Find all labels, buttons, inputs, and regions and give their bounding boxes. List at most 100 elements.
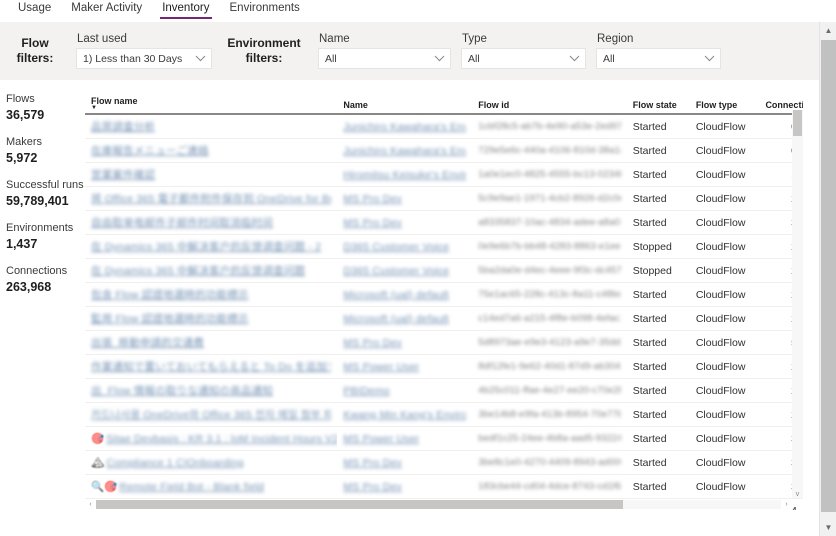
flow-id-value: 729e5e6c-440a-4106-810d-38a1dd45929e	[478, 145, 620, 157]
page-scroll-thumb[interactable]	[821, 40, 836, 512]
table-row[interactable]: 🎯 Sitae Devbasis : KR 3.1 : loM Incident …	[85, 426, 803, 451]
table-row[interactable]: 🏔 Compliance 1 CIOnboarding MS Pro Dev 3be8…	[85, 450, 803, 475]
page-scrollbar[interactable]: ▲ ▼	[819, 22, 836, 536]
table-row[interactable]: 作業通知で置いておいてもらえると To Do を追加すると いい MS Power…	[85, 354, 803, 379]
sort-descending-icon: ▼	[91, 105, 97, 111]
type-dropdown[interactable]: All	[461, 48, 586, 69]
table-row[interactable]: 在 Dynamics 365 中解决客户的反馈调查问题 D365 Customer…	[85, 258, 803, 283]
environment-name-link[interactable]: Kwang Min Kang's Environment	[343, 409, 466, 421]
environment-name-link-cell: MS Pro Dev	[337, 450, 473, 475]
flow-name-link[interactable]: 包含 Flow 認證地選時的功能標示	[91, 287, 249, 302]
page-scroll-up-icon[interactable]: ▲	[820, 22, 836, 39]
page-scroll-down-icon[interactable]: ▼	[820, 519, 836, 536]
stat-label: Connections	[6, 265, 68, 277]
flow-name-link[interactable]: 카드나사용 OneDrive와 Office 365 전자 메일 첨부 파일 저…	[91, 407, 331, 422]
flow-state-value-cell: Stopped	[626, 258, 690, 283]
flow-name-cell: 営業案件確認	[85, 162, 338, 187]
flow-name-link[interactable]: 在 Dynamics 365 中解决客户的反馈调查问题	[91, 263, 305, 278]
app-content: Usage Maker Activity Inventory Environments…	[0, 0, 819, 536]
flow-name-link[interactable]: 出張_移動申請的交通費	[91, 335, 204, 350]
flow-name-link[interactable]: 営業案件確認	[91, 167, 155, 182]
table-row[interactable]: 自由取单电邮件子邮件时间取消临时间 MS Pro Dev a8335837-10ac…	[85, 210, 803, 235]
tab-inventory[interactable]: Inventory	[152, 0, 219, 19]
flow-state-value: Started	[632, 432, 667, 445]
flow-name-link[interactable]: 在 Dynamics 365 中解决客户的反馈调查问题 - 2	[91, 239, 321, 254]
column-header-flow-type[interactable]: Flow type	[689, 88, 760, 115]
table-row[interactable]: 監用 Flow 認證地選時的功能標示 Microsoft (ual) defaul…	[85, 306, 803, 331]
environment-name-link[interactable]: MS Power User	[343, 433, 419, 445]
grid-horizontal-scroll-track[interactable]	[96, 500, 781, 509]
table-row[interactable]: 営業案件確認 Hiromitsu Keisuke's Environment 1a0…	[85, 162, 803, 187]
environment-name-link[interactable]: Hiromitsu Keisuke's Environment	[343, 169, 466, 181]
environment-name-link[interactable]: Microsoft (ual) default	[343, 289, 449, 301]
environment-name-link[interactable]: MS Power User	[343, 361, 419, 373]
column-header-flow-id[interactable]: Flow id	[472, 88, 627, 115]
environment-name-link[interactable]: Junichiro Kawahara's Environment	[343, 121, 466, 133]
table-row[interactable]: 在庫報告メニューご連絡 Junichiro Kawahara's Environm…	[85, 138, 803, 163]
flow-state-value-cell: Started	[626, 426, 690, 451]
flow-name-link[interactable]: 自由取单电邮件子邮件时间取消临时间	[91, 215, 273, 230]
tab-usage[interactable]: Usage	[8, 0, 61, 19]
environment-name-link[interactable]: D365 Customer Voice	[343, 241, 449, 253]
flow-state-value-cell: Started	[626, 282, 690, 307]
table-row[interactable]: 将 Office 365 電子郵件附件保存到 OneDrive for Busi…	[85, 186, 803, 211]
region-dropdown[interactable]: All	[596, 48, 721, 69]
environment-name-link[interactable]: MS Pro Dev	[343, 481, 402, 493]
flow-name-link[interactable]: 出_Flow 情報の取りな通知の商品通知	[91, 383, 273, 398]
flow-id-value-cell: a8335837-10ac-4834-adee-a8a03f26dd8	[472, 210, 627, 235]
table-row[interactable]: 🔍🎯 Remote Field Bot - Blank field MS Pro D…	[85, 474, 803, 499]
flow-state-value-cell: Started	[626, 402, 690, 427]
flow-name-cell: 카드나사용 OneDrive와 Office 365 전자 메일 첨부 파일 저…	[85, 402, 338, 427]
chevron-down-icon	[195, 55, 206, 62]
page-body: Flows 36,579 Makers 5,972 Successful runs 59,…	[0, 80, 819, 536]
environment-name-link[interactable]: Microsoft (ual) default	[343, 313, 449, 325]
column-header-flow-name[interactable]: Flow name ▼	[85, 88, 338, 115]
grid-vertical-scroll-thumb[interactable]	[793, 110, 802, 136]
flow-state-value: Started	[632, 408, 667, 421]
environment-name-link[interactable]: MS Pro Dev	[343, 337, 402, 349]
environment-name-link[interactable]: MS Pro Dev	[343, 217, 402, 229]
grid-scroll-right-icon[interactable]: ›	[781, 499, 792, 510]
environment-name-link[interactable]: PBIDemo	[343, 385, 389, 397]
table-row[interactable]: 카드나사용 OneDrive와 Office 365 전자 메일 첨부 파일 저…	[85, 402, 803, 427]
last-used-dropdown[interactable]: 1) Less than 30 Days	[76, 48, 212, 69]
flow-id-value-cell: 5d8973ae-e9e3-4123-a9e7-35dde1ac028c	[472, 330, 627, 355]
environment-name-link[interactable]: MS Pro Dev	[343, 193, 402, 205]
flow-name-link[interactable]: 在庫報告メニューご連絡	[91, 143, 209, 158]
column-header-name[interactable]: Name	[337, 88, 473, 115]
table-row[interactable]: 出_Flow 情報の取りな通知の商品通知 PBIDemo 4b25c011-ffae…	[85, 378, 803, 403]
tab-maker-activity[interactable]: Maker Activity	[61, 0, 152, 19]
flow-id-value-cell: 729e5e6c-440a-4106-810d-38a1dd45929e	[472, 138, 627, 163]
table-row[interactable]: 品質調査分析 Junichiro Kawahara's Environment 1c…	[85, 114, 803, 139]
grid-scroll-down-icon[interactable]: v	[792, 490, 803, 500]
environment-name-link[interactable]: Junichiro Kawahara's Environment	[343, 145, 466, 157]
flow-type-value: CloudFlow	[695, 312, 746, 325]
table-row[interactable]: 出張_移動申請的交通費 MS Pro Dev 5d8973ae-e9e3-4123-…	[85, 330, 803, 355]
environment-name-link[interactable]: MS Pro Dev	[343, 457, 402, 469]
table-row[interactable]: 在 Dynamics 365 中解决客户的反馈调查问题 - 2 D365 Cust…	[85, 234, 803, 259]
flow-name-link[interactable]: Compliance 1 CIOnboarding	[106, 457, 244, 469]
name-dropdown[interactable]: All	[318, 48, 451, 69]
tab-environments[interactable]: Environments	[220, 0, 310, 19]
flow-name-link[interactable]: Sitae Devbasis : KR 3.1 : loM Incident H…	[106, 433, 337, 445]
flow-state-value: Started	[632, 312, 667, 325]
flow-name-link[interactable]: 監用 Flow 認證地選時的功能標示	[91, 311, 249, 326]
environment-name-link[interactable]: D365 Customer Voice	[343, 265, 449, 277]
grid-vertical-scrollbar[interactable]: v	[792, 110, 803, 498]
flow-state-value: Started	[632, 192, 667, 205]
column-header-flow-state[interactable]: Flow state	[626, 88, 690, 115]
table-row[interactable]: 包含 Flow 認證地選時的功能標示 Microsoft (ual) defaul…	[85, 282, 803, 307]
environment-name-link-cell: Kwang Min Kang's Environment	[337, 402, 473, 427]
flow-name-link[interactable]: Remote Field Bot - Blank field	[119, 481, 264, 493]
flow-name-link[interactable]: 作業通知で置いておいてもらえると To Do を追加すると いい	[91, 359, 331, 374]
flow-name-link[interactable]: 将 Office 365 電子郵件附件保存到 OneDrive for Busi…	[91, 191, 331, 206]
flow-id-value-cell: c14ed7a6-a215-4f8e-b098-4efac1bd8590	[472, 306, 627, 331]
filter-last-used: Last used 1) Less than 30 Days	[76, 33, 212, 69]
flow-name-link[interactable]: 品質調査分析	[91, 119, 155, 134]
grid-horizontal-scroll-thumb[interactable]	[96, 500, 624, 509]
grid-horizontal-scrollbar[interactable]: ‹ ›	[85, 499, 792, 510]
flow-table-head: Flow name ▼ Name Flow id Flow state Flow type…	[85, 88, 803, 115]
column-header-label: Flow id	[478, 100, 510, 110]
grid-scroll-left-icon[interactable]: ‹	[85, 499, 96, 510]
flow-name-cell: 品質調査分析	[85, 114, 338, 139]
